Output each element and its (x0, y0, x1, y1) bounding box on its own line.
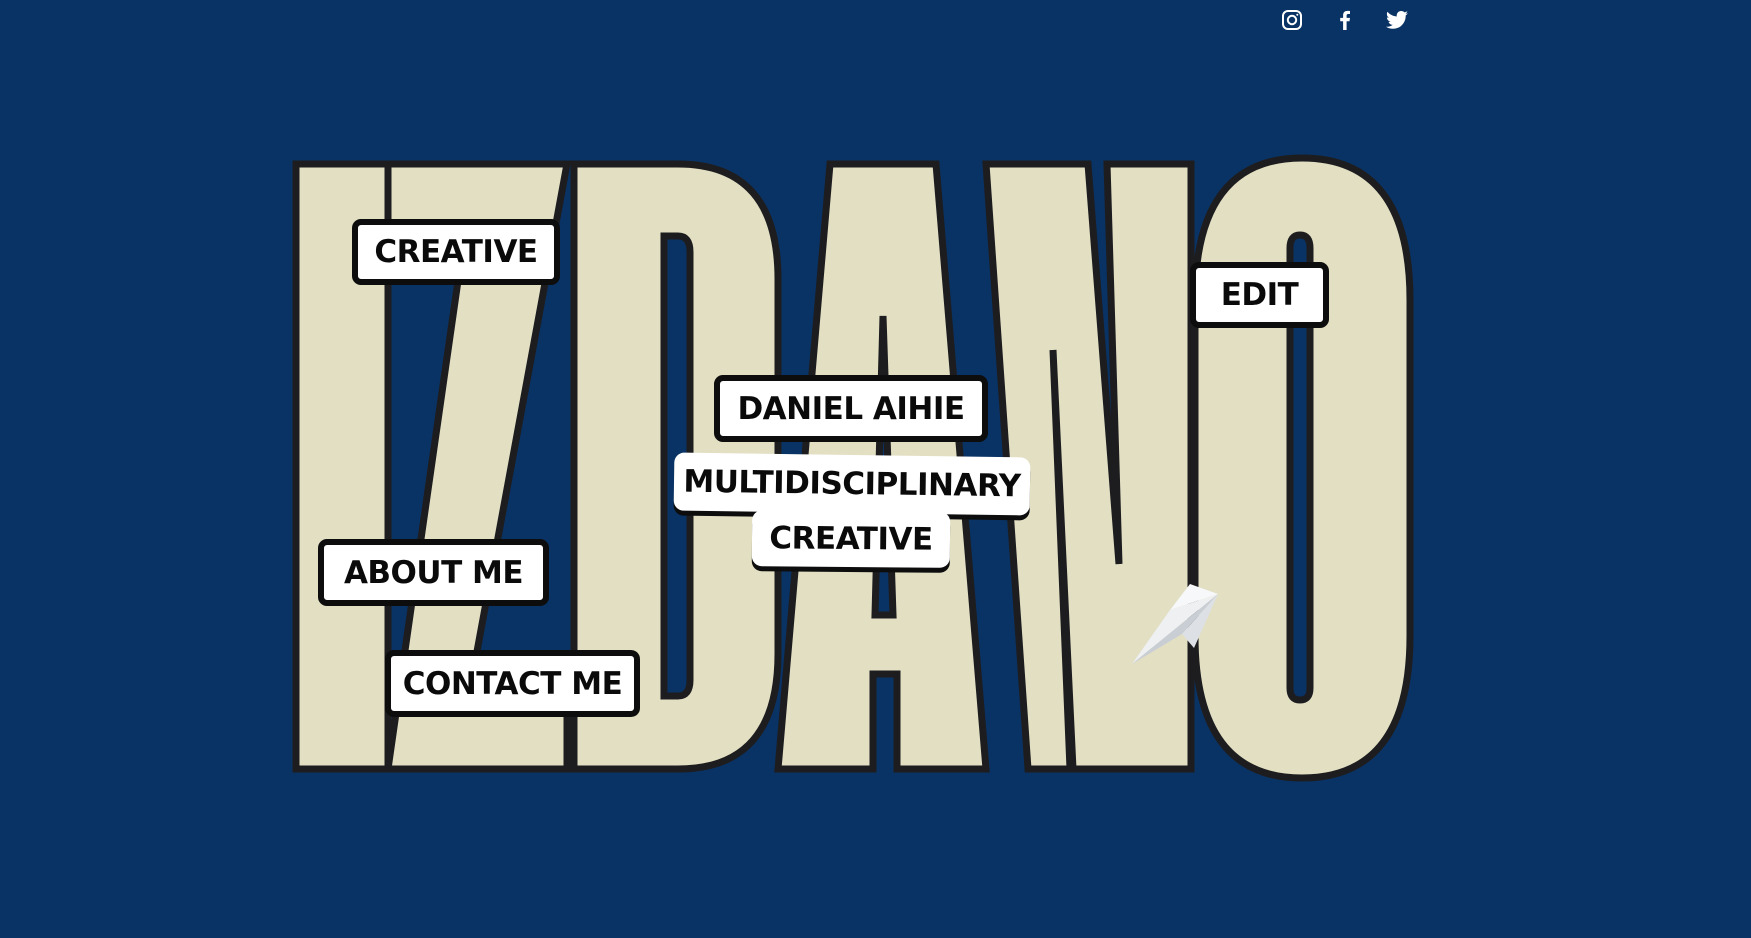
logo-letter-o (1191, 154, 1414, 782)
about-me-button[interactable]: ABOUT ME (318, 539, 549, 606)
name-label: DANIEL AIHIE (714, 375, 988, 442)
creative-button[interactable]: CREATIVE (352, 219, 560, 285)
edit-button[interactable]: EDIT (1190, 262, 1329, 328)
contact-me-button[interactable]: CONTACT ME (385, 650, 640, 717)
tagline-creative: CREATIVE (751, 510, 951, 568)
tagline-multidisciplinary: MULTIDISCIPLINARY (673, 452, 1031, 516)
paper-plane-icon (1132, 584, 1218, 664)
